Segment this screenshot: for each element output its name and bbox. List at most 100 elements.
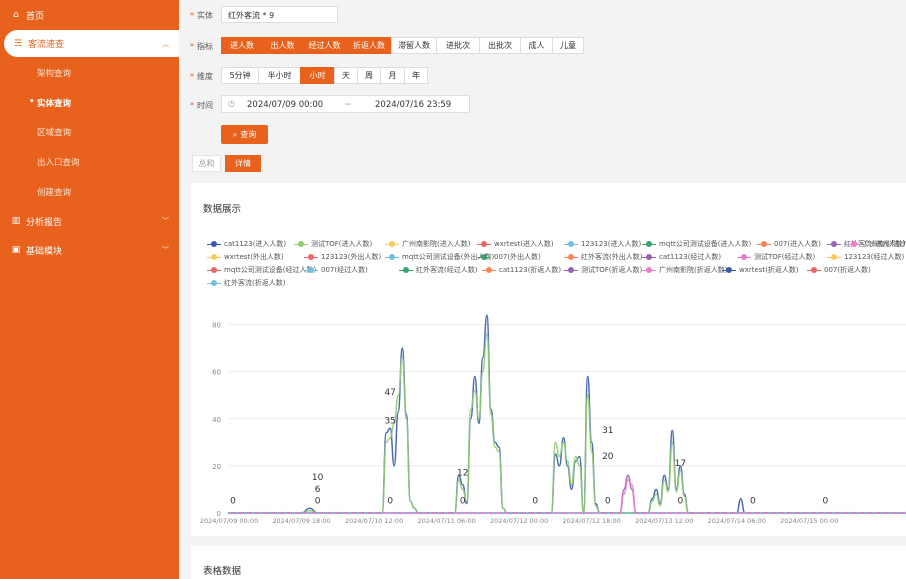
nav-home-label: 首页 xyxy=(26,11,45,22)
data-label: 10 xyxy=(312,473,324,483)
data-point xyxy=(614,511,618,515)
chevron-up-icon: ︿ xyxy=(162,39,169,48)
granularity-button-2[interactable]: 小时 xyxy=(300,67,335,84)
x-tick-label: 2024/07/09 18:00 xyxy=(272,517,330,525)
data-point xyxy=(501,511,505,515)
data-point xyxy=(493,511,497,515)
data-point xyxy=(405,511,408,515)
data-point xyxy=(542,511,545,515)
x-tick-label: 2024/07/09 00:00 xyxy=(200,517,258,525)
metric-button-4[interactable]: 滞留人数 xyxy=(391,37,437,54)
data-point xyxy=(872,511,876,515)
series-line xyxy=(229,479,906,514)
metric-button-3[interactable]: 折返人数 xyxy=(346,37,392,54)
data-label: 20 xyxy=(602,452,614,462)
nav-basic[interactable]: ▣ 基础模块 ﹀ xyxy=(0,236,179,264)
data-point xyxy=(654,511,658,515)
sub-create-query[interactable]: 创建查询 xyxy=(37,186,71,198)
sub-entity-query[interactable]: 实体查询 xyxy=(29,97,71,109)
metric-button-5[interactable]: 进批次 xyxy=(436,37,480,54)
granularity-button-1[interactable]: 半小时 xyxy=(258,67,301,84)
data-point xyxy=(429,511,432,515)
sub-architecture-query[interactable]: 架构查询 xyxy=(37,67,71,79)
x-tick-label: 2024/07/13 12:00 xyxy=(635,517,693,525)
data-point xyxy=(461,511,465,515)
data-label: 0 xyxy=(230,497,236,507)
data-point xyxy=(259,511,263,515)
series-line xyxy=(229,474,906,514)
tab-detail[interactable]: 详情 xyxy=(225,155,261,172)
end-date[interactable]: 2024/07/16 23:59 xyxy=(375,100,451,110)
y-tick-label: 80 xyxy=(212,322,221,330)
y-tick-label: 20 xyxy=(212,463,221,471)
data-point xyxy=(848,511,851,515)
metric-button-2[interactable]: 经过人数 xyxy=(302,37,347,54)
sub-area-query[interactable]: 区域查询 xyxy=(37,126,71,138)
data-point xyxy=(235,511,239,515)
granularity-button-5[interactable]: 月 xyxy=(380,67,405,84)
data-point xyxy=(896,511,900,515)
time-label: * 时间 xyxy=(190,101,213,110)
data-point xyxy=(807,511,811,515)
data-point xyxy=(687,511,690,515)
x-tick-label: 2024/07/12 18:00 xyxy=(563,517,621,525)
tab-summary[interactable]: 总和 xyxy=(192,155,221,172)
data-point xyxy=(388,511,392,515)
metric-button-6[interactable]: 出批次 xyxy=(479,37,521,54)
data-point xyxy=(598,511,602,515)
data-point xyxy=(558,511,561,515)
x-tick-label: 2024/07/12 00:00 xyxy=(490,517,548,525)
data-point xyxy=(799,511,803,515)
data-label: 0 xyxy=(750,497,756,507)
search-icon: ⌕ xyxy=(232,129,238,139)
nav-passenger-flow[interactable]: ☴ 客流速查 ︿ xyxy=(4,30,179,57)
data-point xyxy=(695,511,698,515)
data-point xyxy=(477,511,481,515)
sub-entrance-query[interactable]: 出入口查询 xyxy=(37,156,80,168)
home-icon: ⌂ xyxy=(13,10,19,20)
flow-icon: ☴ xyxy=(13,38,23,49)
data-point xyxy=(324,511,328,515)
data-point xyxy=(364,511,368,515)
metric-button-8[interactable]: 儿童 xyxy=(552,37,584,54)
data-point xyxy=(662,511,666,515)
data-point xyxy=(227,511,231,515)
metric-button-7[interactable]: 成人 xyxy=(520,37,553,54)
x-tick-label: 2024/07/10 12:00 xyxy=(345,517,403,525)
data-point xyxy=(566,511,569,515)
granularity-button-4[interactable]: 周 xyxy=(357,67,381,84)
data-point xyxy=(332,511,336,515)
clock-icon: ◷ xyxy=(228,99,235,108)
data-point xyxy=(380,511,384,515)
data-label: 12 xyxy=(457,468,468,478)
nav-analysis[interactable]: ▥ 分析报告 ﹀ xyxy=(0,207,179,235)
granularity-button-0[interactable]: 5分钟 xyxy=(221,67,259,84)
data-point xyxy=(300,511,303,515)
entity-select[interactable]: 红外客流 * 9 xyxy=(221,6,338,23)
data-label: 35 xyxy=(384,416,395,426)
data-point xyxy=(574,511,577,515)
query-button[interactable]: ⌕ 查询 xyxy=(221,125,268,144)
data-label: 31 xyxy=(602,426,613,436)
x-tick-label: 2024/07/15 00:00 xyxy=(780,517,838,525)
date-range-picker[interactable]: ◷ 2024/07/09 00:00 ~ 2024/07/16 23:59 xyxy=(221,95,470,113)
data-point xyxy=(445,511,448,515)
granularity-button-6[interactable]: 年 xyxy=(404,67,428,84)
data-point xyxy=(582,511,585,515)
data-point xyxy=(719,511,722,515)
x-tick-label: 2024/07/11 06:00 xyxy=(417,517,475,525)
data-point xyxy=(735,511,739,515)
y-tick-label: 60 xyxy=(212,369,221,377)
data-point xyxy=(485,511,489,515)
nav-home[interactable]: ⌂ 首页 xyxy=(0,1,179,29)
data-point xyxy=(525,511,529,515)
data-label: 0 xyxy=(677,497,683,507)
data-point xyxy=(832,511,835,515)
nav-passenger-label: 客流速查 xyxy=(28,40,65,50)
data-point xyxy=(791,511,795,515)
metric-button-0[interactable]: 进人数 xyxy=(221,37,263,54)
granularity-button-3[interactable]: 天 xyxy=(334,67,358,84)
data-label: 47 xyxy=(384,388,395,398)
metric-button-1[interactable]: 出人数 xyxy=(262,37,303,54)
start-date[interactable]: 2024/07/09 00:00 xyxy=(247,100,323,110)
